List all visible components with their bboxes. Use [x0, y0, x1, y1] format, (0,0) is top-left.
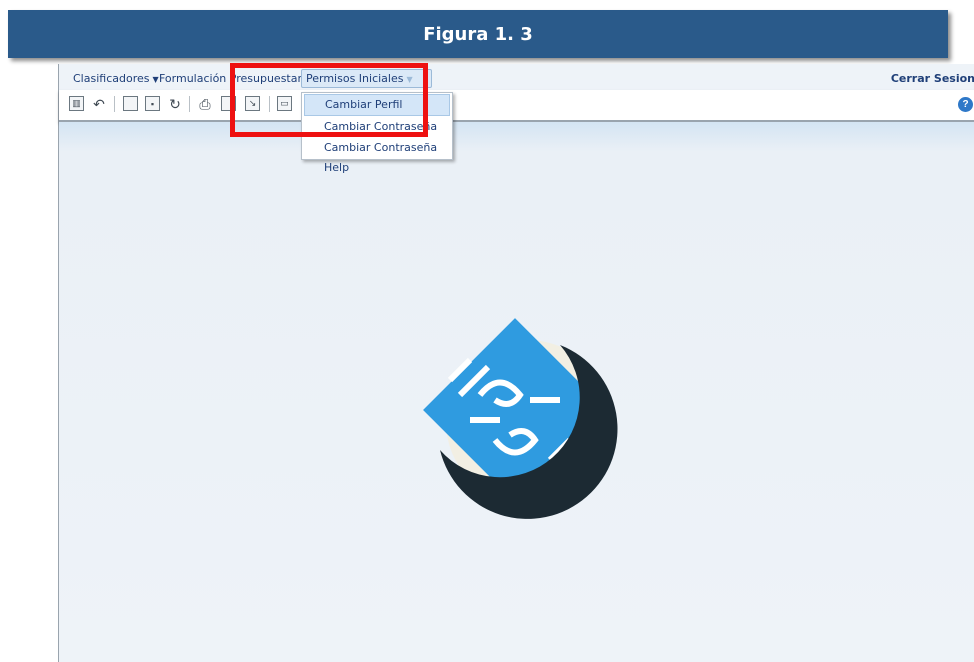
chevron-down-icon: ▼ — [152, 75, 159, 84]
figure-caption-banner: Figura 1. 3 — [8, 10, 948, 58]
menu-option-cambiar-contrasena-help[interactable]: Cambiar Contraseña Help — [304, 138, 450, 174]
menu-clasificadores-label: Clasificadores — [73, 72, 150, 85]
home-icon[interactable]: ▥ — [69, 96, 84, 111]
red-highlight-box — [230, 63, 428, 137]
new-document-icon[interactable] — [123, 96, 138, 111]
toolbar: ▥ ↶ ▪ ↻ ⎙ ↘ ▭ ? — [59, 90, 974, 122]
logo-emblem — [423, 318, 618, 519]
toolbar-separator — [114, 96, 115, 112]
logout-link[interactable]: Cerrar Sesion — [891, 72, 974, 85]
institution-logo — [423, 318, 618, 519]
figure-caption: Figura 1. 3 — [423, 23, 533, 45]
toolbar-separator — [189, 96, 190, 112]
print-icon[interactable]: ⎙ — [197, 96, 213, 112]
undo-icon[interactable]: ↶ — [91, 96, 107, 112]
refresh-icon[interactable]: ↻ — [167, 96, 183, 112]
menu-bar: Clasificadores ▼ Formulación Presupuestar… — [59, 69, 974, 89]
help-icon[interactable]: ? — [958, 97, 973, 112]
save-icon[interactable]: ▪ — [145, 96, 160, 111]
menu-clasificadores[interactable]: Clasificadores ▼ — [73, 72, 159, 85]
